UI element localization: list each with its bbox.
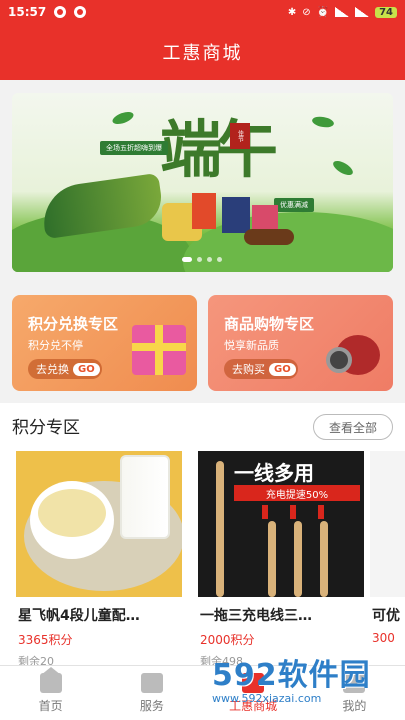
alarm-icon: ⏰	[316, 6, 330, 18]
shopping-card[interactable]: 商品购物专区 悦享新品质 去购买 GO	[208, 295, 393, 391]
notification-icon	[54, 6, 67, 18]
exchange-label: 去兑换	[36, 363, 69, 376]
product-image: 一线多用 充电提速50%	[198, 451, 364, 597]
product-price: 300	[372, 631, 395, 645]
carousel-dot[interactable]	[182, 257, 192, 262]
product-list[interactable]: 星飞帆4段儿童配… 3365积分 剩余20 一线多用 充电提速50% 一拖三充电…	[0, 445, 405, 665]
points-exchange-card[interactable]: 积分兑换专区 积分兑不停 去兑换 GO	[12, 295, 197, 391]
banner-tag-right: 优惠满减	[274, 198, 314, 212]
product-name: 一拖三充电线三…	[200, 608, 312, 624]
promo-subtitle: 悦享新品质	[224, 339, 279, 352]
leaf-icon	[311, 115, 335, 129]
tab-home[interactable]: 首页	[0, 666, 101, 720]
banner-tag-left: 全场五折超嗨到爆	[100, 141, 168, 155]
buy-button[interactable]: 去购买 GO	[224, 359, 298, 379]
product-name: 可优	[372, 608, 400, 624]
vacuum-cleaner-icon	[326, 323, 384, 375]
product-card[interactable]: 一线多用 充电提速50% 一拖三充电线三… 2000积分 剩余498	[194, 451, 364, 665]
page-title: 工惠商城	[162, 43, 243, 64]
notification-icon	[74, 6, 87, 18]
promo-title: 商品购物专区	[224, 315, 315, 333]
tab-service[interactable]: 服务	[101, 666, 202, 720]
leaf-icon	[110, 109, 136, 127]
buy-label: 去购买	[232, 363, 265, 376]
product-price: 3365积分	[18, 633, 73, 647]
exchange-button[interactable]: 去兑换 GO	[28, 359, 102, 379]
status-time: 15:57	[8, 5, 47, 19]
leaf-icon	[330, 158, 356, 178]
product-image	[16, 451, 182, 597]
product-image	[244, 229, 294, 245]
banner-seal: 佳节	[230, 123, 250, 149]
bluetooth-icon: ✱	[287, 6, 297, 18]
gift-box-icon	[132, 325, 186, 375]
product-price: 2000积分	[200, 633, 255, 647]
tab-label: 首页	[38, 698, 63, 713]
points-section-header: 积分专区 查看全部	[0, 403, 405, 445]
carousel-dot[interactable]	[207, 257, 212, 262]
app-header: 工惠商城	[0, 24, 405, 80]
section-title: 积分专区	[12, 418, 80, 438]
mute-icon: ⊘	[302, 6, 311, 18]
product-card[interactable]: 可优 300	[366, 451, 405, 665]
signal-icon	[335, 7, 350, 17]
status-bar: 15:57 ✱ ⊘ ⏰ 74	[0, 0, 405, 24]
promo-title: 积分兑换专区	[28, 315, 119, 333]
promo-subtitle: 积分兑不停	[28, 339, 83, 352]
view-all-button[interactable]: 查看全部	[313, 414, 393, 440]
tab-label: 服务	[139, 698, 164, 713]
product-name: 星飞帆4段儿童配…	[18, 608, 140, 624]
service-icon	[140, 672, 163, 693]
watermark-brand: 592软件园	[212, 658, 371, 693]
go-badge: GO	[269, 362, 296, 376]
product-image	[222, 197, 250, 233]
carousel-dot[interactable]	[217, 257, 222, 262]
carousel-indicator[interactable]	[182, 257, 222, 262]
banner-headline: 端午	[160, 113, 278, 186]
promo-banner[interactable]: 端午 佳节 全场五折超嗨到爆 优惠满减	[12, 93, 393, 272]
home-icon	[39, 666, 62, 693]
product-image-caption: 充电提速50%	[234, 485, 360, 501]
watermark-url: www.592xiazai.com	[212, 692, 322, 705]
status-icons: ✱ ⊘ ⏰ 74	[287, 6, 397, 18]
product-card[interactable]: 星飞帆4段儿童配… 3365积分 剩余20	[12, 451, 182, 665]
product-image	[370, 451, 405, 597]
product-image	[192, 193, 216, 229]
battery-icon: 74	[375, 6, 397, 18]
product-image-headline: 一线多用	[234, 461, 314, 485]
carousel-dot[interactable]	[197, 257, 202, 262]
go-badge: GO	[73, 362, 100, 376]
signal-icon	[355, 7, 370, 17]
site-watermark: 592软件园 www.592xiazai.com	[212, 650, 402, 720]
product-stock: 剩余20	[18, 655, 54, 665]
